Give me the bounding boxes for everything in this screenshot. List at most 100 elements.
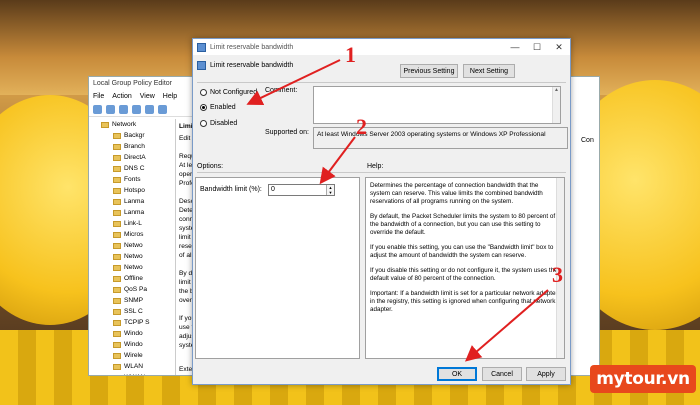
folder-icon (113, 352, 121, 359)
comment-textarea[interactable]: ▲ (313, 86, 561, 124)
tree-item[interactable]: TCPIP S (89, 317, 175, 328)
radio-enabled[interactable]: Enabled (200, 104, 236, 111)
tree-item[interactable]: Netwo (89, 240, 175, 251)
close-icon[interactable]: ✕ (548, 39, 570, 55)
folder-icon[interactable] (119, 105, 128, 114)
folder-icon (101, 121, 109, 128)
spinner-arrows-icon[interactable]: ▲ ▼ (326, 185, 334, 195)
folder-icon (113, 297, 121, 304)
cancel-button[interactable]: Cancel (482, 367, 522, 381)
tree-item[interactable]: DNS C (89, 163, 175, 174)
folder-icon (113, 275, 121, 282)
background-panel-right: Con (570, 76, 600, 376)
bandwidth-value[interactable]: 0 (271, 186, 275, 193)
annotation-number-2: 2 (356, 114, 367, 139)
dialog-titlebar: Limit reservable bandwidth — ☐ ✕ (193, 39, 570, 55)
tree-item[interactable]: WLAN (89, 361, 175, 372)
bandwidth-limit-spinner[interactable]: 0 ▲ ▼ (268, 184, 335, 196)
tree-item-network[interactable]: Network (89, 119, 175, 130)
radio-circle-selected[interactable] (200, 104, 207, 111)
gpe-title: Local Group Policy Editor (89, 77, 207, 91)
group-policy-editor-window: Local Group Policy Editor File Action Vi… (88, 76, 208, 376)
supported-on-label: Supported on: (265, 129, 309, 136)
folder-icon (113, 330, 121, 337)
folder-icon (113, 187, 121, 194)
folder-icon (113, 209, 121, 216)
folder-icon (113, 176, 121, 183)
tree-item[interactable]: Netwo (89, 262, 175, 273)
tree-item[interactable]: Wirele (89, 350, 175, 361)
folder-icon (113, 264, 121, 271)
policy-name: Limit reservable bandwidth (210, 62, 294, 69)
minimize-icon[interactable]: — (504, 39, 526, 55)
tree-item[interactable]: SNMP (89, 295, 175, 306)
comment-label: Comment: (265, 87, 298, 94)
folder-icon (113, 143, 121, 150)
tree-item[interactable]: Backgr (89, 130, 175, 141)
previous-setting-button[interactable]: Previous Setting (400, 64, 458, 78)
tree-item[interactable]: Link-L (89, 218, 175, 229)
radio-circle[interactable] (200, 120, 207, 127)
menu-help[interactable]: Help (163, 93, 177, 101)
apply-button[interactable]: Apply (526, 367, 566, 381)
folder-icon (113, 286, 121, 293)
menu-view[interactable]: View (140, 93, 155, 101)
policy-icon (197, 42, 206, 52)
folder-icon (113, 231, 121, 238)
tree-item[interactable]: DirectA (89, 152, 175, 163)
tree-item[interactable]: Hotspo (89, 185, 175, 196)
window-controls: — ☐ ✕ (504, 39, 570, 55)
gpe-toolbar (89, 103, 207, 117)
options-label: Options: (197, 163, 224, 170)
mytour-logo: mytour.vn (590, 365, 696, 393)
separator (197, 82, 566, 83)
folder-icon (113, 220, 121, 227)
annotation-number-1: 1 (345, 42, 356, 67)
annotation-number-3: 3 (552, 262, 563, 287)
tree-item[interactable]: Windo (89, 328, 175, 339)
radio-not-configured[interactable]: Not Configured (200, 89, 257, 96)
tree-item[interactable]: Branch (89, 141, 175, 152)
tree-item[interactable]: SSL C (89, 306, 175, 317)
radio-disabled[interactable]: Disabled (200, 120, 237, 127)
limit-bandwidth-dialog: Limit reservable bandwidth — ☐ ✕ Limit r… (192, 38, 571, 385)
tree-item[interactable]: Lanma (89, 207, 175, 218)
folder-icon (113, 374, 121, 375)
tree-item[interactable]: WWAN (89, 372, 175, 375)
folder-icon (113, 363, 121, 370)
tree-item[interactable]: Fonts (89, 174, 175, 185)
back-icon[interactable] (93, 105, 102, 114)
tree-item[interactable]: Netwo (89, 251, 175, 262)
separator (197, 172, 566, 173)
scrollbar[interactable]: ▲ (552, 87, 560, 123)
folder-icon (113, 242, 121, 249)
help-paragraph: Important: If a bandwidth limit is set f… (370, 290, 558, 313)
tree-item[interactable]: Offline (89, 273, 175, 284)
properties-icon[interactable] (132, 105, 141, 114)
tree-item[interactable]: Lanma (89, 196, 175, 207)
gpe-extended-tab[interactable]: Exte (179, 366, 192, 373)
folder-icon (113, 198, 121, 205)
filter-icon[interactable] (158, 105, 167, 114)
maximize-icon[interactable]: ☐ (526, 39, 548, 55)
gpe-menubar: File Action View Help (89, 91, 207, 103)
gpe-tree: Network Backgr Branch DirectA DNS C Fonts Hot… (89, 119, 175, 375)
help-paragraph: By default, the Packet Scheduler limits … (370, 213, 556, 236)
help-text-panel: Determines the percentage of connection … (365, 177, 565, 359)
tree-item[interactable]: QoS Pa (89, 284, 175, 295)
tree-item[interactable]: Micros (89, 229, 175, 240)
policy-icon (197, 61, 206, 70)
radio-circle[interactable] (200, 89, 207, 96)
ok-button[interactable]: OK (437, 367, 477, 381)
help-paragraph: Determines the percentage of connection … (370, 182, 543, 205)
help-icon[interactable] (145, 105, 154, 114)
dialog-header: Limit reservable bandwidth (197, 61, 293, 70)
menu-action[interactable]: Action (112, 93, 131, 101)
folder-icon (113, 154, 121, 161)
menu-file[interactable]: File (93, 93, 104, 101)
folder-icon (113, 165, 121, 172)
forward-icon[interactable] (106, 105, 115, 114)
folder-icon (113, 319, 121, 326)
tree-item[interactable]: Windo (89, 339, 175, 350)
next-setting-button[interactable]: Next Setting (463, 64, 515, 78)
